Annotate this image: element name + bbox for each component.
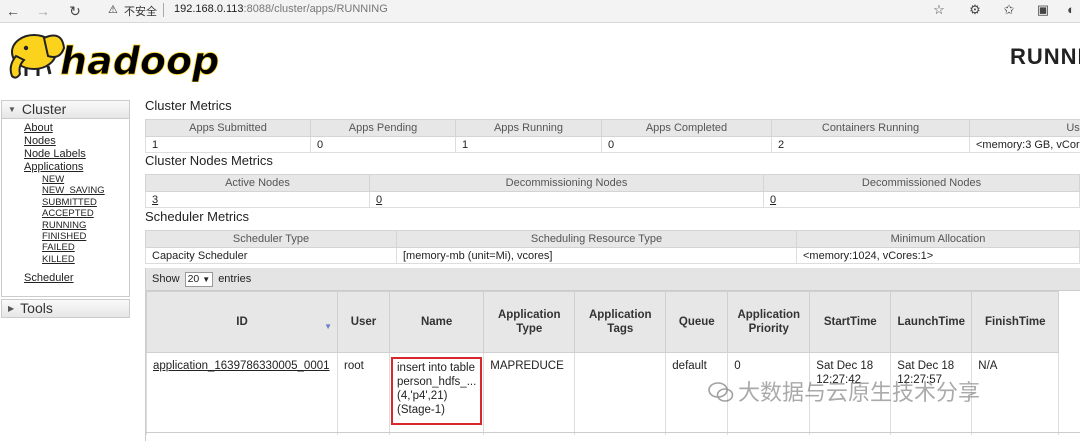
nodes-metrics-table: Active Nodes Decommissioning Nodes Decom… xyxy=(145,174,1080,208)
header-apps-submitted: Apps Submitted xyxy=(145,119,311,137)
column-header-application-tags[interactable]: Application Tags xyxy=(574,291,667,353)
column-header-launchtime[interactable]: LaunchTime xyxy=(890,291,973,353)
nav-state-submitted[interactable]: SUBMITTED xyxy=(42,197,129,208)
value-scheduling-resource-type: [memory-mb (unit=Mi), vcores] xyxy=(396,247,797,264)
chevron-down-icon: ▼ xyxy=(202,274,211,284)
entries-label: entries xyxy=(218,273,252,285)
show-entries-bar: Show 20 ▼ entries xyxy=(146,268,1080,291)
address-divider xyxy=(163,3,164,17)
cell-application-type: MAPREDUCE xyxy=(483,352,576,435)
tools-nav-header[interactable]: ▶ Tools xyxy=(2,300,129,317)
nav-link-about[interactable]: About xyxy=(24,122,129,135)
url-host: 192.168.0.113 xyxy=(174,3,244,15)
show-label: Show xyxy=(152,273,180,285)
site-settings-icon[interactable]: ☆ xyxy=(930,2,948,18)
cluster-metrics-table: Apps Submitted Apps Pending Apps Running… xyxy=(145,119,1080,153)
header-scheduler-type: Scheduler Type xyxy=(145,230,397,248)
link-decommissioning-nodes[interactable]: 0 xyxy=(376,194,382,206)
cluster-nav-panel: ▼ Cluster About Nodes Node Labels Applica… xyxy=(1,100,130,297)
header-active-nodes: Active Nodes xyxy=(145,174,370,192)
value-apps-running: 1 xyxy=(455,136,602,153)
cell-finishtime: N/A xyxy=(971,352,1060,435)
header-containers-running: Containers Running xyxy=(771,119,970,137)
entries-select-value: 20 xyxy=(187,272,200,285)
elephant-icon xyxy=(9,34,66,79)
nav-state-new[interactable]: NEW xyxy=(42,174,129,185)
page-title: RUNNING xyxy=(1010,44,1080,69)
url-path: :8088/cluster/apps/RUNNING xyxy=(243,3,388,15)
wechat-icon xyxy=(708,382,734,402)
header-used: Used xyxy=(969,119,1080,137)
nav-state-accepted[interactable]: ACCEPTED xyxy=(42,208,129,219)
sort-ascending-icon: ▼ xyxy=(324,322,332,331)
value-apps-submitted: 1 xyxy=(145,136,311,153)
cluster-metrics-title: Cluster Metrics xyxy=(145,98,232,113)
forward-button[interactable]: → xyxy=(34,2,52,20)
wechat-watermark: 大数据与云原生技术分享 xyxy=(708,375,980,407)
collections-icon[interactable]: ▣ xyxy=(1034,2,1052,18)
reload-button[interactable]: ↻ xyxy=(66,2,84,20)
value-used: <memory:3 GB, vCores xyxy=(969,136,1080,153)
favorites-icon[interactable]: ✩ xyxy=(1000,2,1018,18)
applications-panel: Show 20 ▼ entries ID ▼ User Name Applicat… xyxy=(145,268,1080,441)
watermark-text: 大数据与云原生技术分享 xyxy=(738,380,981,405)
extensions-icon[interactable]: ⚙ xyxy=(966,2,984,18)
value-scheduler-type: Capacity Scheduler xyxy=(145,247,397,264)
logo-wordmark: hadoop xyxy=(60,39,219,82)
header-decommissioned-nodes: Decommissioned Nodes xyxy=(763,174,1080,192)
back-button[interactable]: ← xyxy=(4,2,22,20)
column-header-application-priority[interactable]: Application Priority xyxy=(727,291,811,353)
nav-state-new-saving[interactable]: NEW_SAVING xyxy=(42,185,129,196)
applications-table: ID ▼ User Name Application Type Applicati… xyxy=(146,291,1060,435)
entries-select[interactable]: 20 ▼ xyxy=(184,271,214,287)
column-header-finishtime[interactable]: FinishTime xyxy=(971,291,1060,353)
address-bar[interactable]: 192.168.0.113:8088/cluster/apps/RUNNING xyxy=(174,3,388,15)
profile-icon[interactable]: ◐ xyxy=(1062,2,1080,17)
insecure-label[interactable]: 不安全 xyxy=(124,3,157,19)
header-minimum-allocation: Minimum Allocation xyxy=(796,230,1080,248)
value-apps-pending: 0 xyxy=(310,136,456,153)
header-apps-completed: Apps Completed xyxy=(601,119,772,137)
tools-nav-title: Tools xyxy=(20,300,53,316)
table-bottom-border xyxy=(146,432,1080,433)
nav-link-node-labels[interactable]: Node Labels xyxy=(24,148,129,161)
column-header-application-type[interactable]: Application Type xyxy=(483,291,576,353)
collapsed-triangle-icon: ▶ xyxy=(8,304,15,313)
column-header-starttime[interactable]: StartTime xyxy=(809,291,892,353)
cell-application-tags xyxy=(574,352,667,435)
cluster-nav-title: Cluster xyxy=(21,101,67,117)
header-scheduling-resource-type: Scheduling Resource Type xyxy=(396,230,797,248)
link-decommissioned-nodes[interactable]: 0 xyxy=(770,194,776,206)
column-header-id[interactable]: ID ▼ xyxy=(146,291,338,353)
value-minimum-allocation: <memory:1024, vCores:1> xyxy=(796,247,1080,264)
nav-state-running[interactable]: RUNNING xyxy=(42,220,129,231)
hadoop-logo[interactable]: hadoop xyxy=(4,26,226,82)
tools-nav-panel: ▶ Tools xyxy=(1,299,130,318)
nav-state-failed[interactable]: FAILED xyxy=(42,242,129,253)
nav-link-applications[interactable]: Applications xyxy=(24,161,129,174)
nav-link-scheduler[interactable]: Scheduler xyxy=(24,272,129,285)
column-header-queue[interactable]: Queue xyxy=(665,291,729,353)
header-apps-pending: Apps Pending xyxy=(310,119,456,137)
value-apps-completed: 0 xyxy=(601,136,772,153)
cell-name-highlighted: insert into table person_hdfs_... (4,'p4… xyxy=(391,357,483,425)
application-id-link[interactable]: application_1639786330005_0001 xyxy=(153,360,330,372)
column-header-user[interactable]: User xyxy=(337,291,390,353)
header-decommissioning-nodes: Decommissioning Nodes xyxy=(369,174,764,192)
header-apps-running: Apps Running xyxy=(455,119,602,137)
scheduler-metrics-title: Scheduler Metrics xyxy=(145,209,250,224)
nav-link-nodes[interactable]: Nodes xyxy=(24,135,129,148)
warning-icon[interactable]: ⚠ xyxy=(108,3,118,16)
nav-state-killed[interactable]: KILLED xyxy=(42,254,129,265)
column-header-name[interactable]: Name xyxy=(388,291,485,353)
value-containers-running: 2 xyxy=(771,136,970,153)
expanded-triangle-icon: ▼ xyxy=(8,105,16,114)
nodes-metrics-title: Cluster Nodes Metrics xyxy=(145,153,273,168)
cell-user: root xyxy=(337,352,390,435)
link-active-nodes[interactable]: 3 xyxy=(152,194,158,206)
cluster-nav-header[interactable]: ▼ Cluster xyxy=(2,101,129,119)
scheduler-metrics-table: Scheduler Type Scheduling Resource Type … xyxy=(145,230,1080,264)
browser-toolbar: ← → ↻ ⚠ 不安全 192.168.0.113:8088/cluster/a… xyxy=(0,0,1080,23)
nav-state-finished[interactable]: FINISHED xyxy=(42,231,129,242)
